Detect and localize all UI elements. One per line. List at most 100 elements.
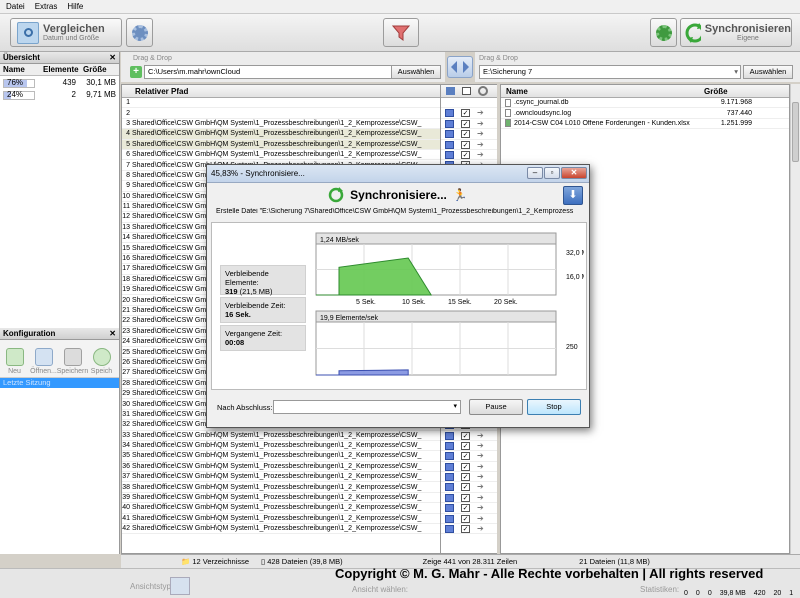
- pause-button[interactable]: Pause: [469, 399, 523, 415]
- checkbox[interactable]: ✓: [461, 109, 470, 118]
- checkbox[interactable]: ✓: [461, 452, 470, 461]
- close-window-button[interactable]: ✕: [561, 167, 587, 179]
- menu-extras[interactable]: Extras: [35, 2, 58, 11]
- left-path-input[interactable]: C:\Users\m.mahr\ownCloud▾: [144, 65, 409, 79]
- table-row[interactable]: 6 Shared\Office\CSW GmbH\QM System\1_Proz…: [122, 150, 440, 161]
- arrow-right-icon[interactable]: ➔: [477, 119, 484, 128]
- arrow-right-icon[interactable]: ➔: [477, 108, 484, 117]
- overview-col-size[interactable]: Größe: [80, 65, 118, 74]
- table-row[interactable]: .csync_journal.db 9.171.968: [501, 98, 789, 109]
- table-row[interactable]: 1: [122, 98, 440, 109]
- checkbox[interactable]: ✓: [461, 431, 470, 440]
- arrow-right-icon[interactable]: ➔: [477, 493, 484, 502]
- close-icon[interactable]: ✕: [109, 329, 116, 338]
- overview-col-elements[interactable]: Elemente: [40, 65, 80, 74]
- table-row[interactable]: 39 Shared\Office\CSW GmbH\QM System\1_Pro…: [122, 493, 440, 504]
- stop-button[interactable]: Stop: [527, 399, 581, 415]
- checkbox[interactable]: ✓: [461, 150, 470, 159]
- left-col-relative-path[interactable]: Relativer Pfad: [132, 87, 188, 96]
- table-row[interactable]: 2014-CSW C04 L010 Offene Forderungen - K…: [501, 119, 789, 130]
- sync-icon: [328, 187, 344, 203]
- arrow-right-icon[interactable]: ➔: [477, 150, 484, 159]
- right-select-button[interactable]: Auswählen: [743, 65, 793, 79]
- maximize-button[interactable]: ▫: [544, 167, 560, 179]
- arrow-right-icon[interactable]: ➔: [477, 140, 484, 149]
- checkbox[interactable]: ✓: [461, 119, 470, 128]
- checkbox[interactable]: ✓: [461, 504, 470, 513]
- right-col-size[interactable]: Größe: [701, 87, 728, 96]
- table-row[interactable]: 5 Shared\Office\CSW GmbH\QM System\1_Proz…: [122, 139, 440, 150]
- table-row[interactable]: 4 Shared\Office\CSW GmbH\QM System\1_Proz…: [122, 129, 440, 140]
- overview-col-name[interactable]: Name: [0, 65, 40, 74]
- checkbox[interactable]: ✓: [461, 514, 470, 523]
- menu-datei[interactable]: Datei: [6, 2, 25, 11]
- config-selected-item[interactable]: Letzte Sitzung: [0, 378, 119, 388]
- table-row[interactable]: 42 Shared\Office\CSW GmbH\QM System\1_Pro…: [122, 524, 440, 535]
- left-select-button[interactable]: Auswählen: [391, 65, 441, 79]
- arrow-right-icon[interactable]: ➔: [477, 514, 484, 523]
- close-icon[interactable]: ✕: [109, 53, 116, 62]
- sync-settings-button[interactable]: [650, 18, 677, 47]
- checkbox[interactable]: ✓: [461, 493, 470, 502]
- table-row[interactable]: 37 Shared\Office\CSW GmbH\QM System\1_Pro…: [122, 472, 440, 483]
- category-icon[interactable]: [446, 87, 455, 95]
- checkbox[interactable]: ✓: [461, 140, 470, 149]
- minimize-button[interactable]: –: [527, 167, 543, 179]
- table-row[interactable]: 33 Shared\Office\CSW GmbH\QM System\1_Pro…: [122, 431, 440, 441]
- config-new-button[interactable]: Neu: [0, 340, 29, 377]
- right-col-name[interactable]: Name: [501, 87, 701, 96]
- chevron-down-icon[interactable]: ▾: [453, 402, 457, 410]
- table-row[interactable]: 40 Shared\Office\CSW GmbH\QM System\1_Pro…: [122, 503, 440, 514]
- config-save-label: Speichern: [56, 368, 89, 375]
- checkbox[interactable]: ✓: [461, 473, 470, 482]
- view-type-button[interactable]: [170, 577, 190, 595]
- table-row[interactable]: 35 Shared\Office\CSW GmbH\QM System\1_Pro…: [122, 451, 440, 462]
- arrow-right-icon[interactable]: ➔: [477, 472, 484, 481]
- menu-hilfe[interactable]: Hilfe: [67, 2, 83, 11]
- swap-sides-button[interactable]: [447, 56, 473, 78]
- table-row[interactable]: 3 Shared\Office\CSW GmbH\QM System\1_Proz…: [122, 119, 440, 130]
- arrow-right-icon[interactable]: ➔: [477, 431, 484, 440]
- category-icon: [445, 431, 454, 440]
- overview-row[interactable]: 76% 439 30,1 MB: [0, 76, 119, 88]
- arrow-right-icon[interactable]: ➔: [477, 462, 484, 471]
- synchronize-button[interactable]: Synchronisieren Eigene: [680, 18, 792, 47]
- arrow-right-icon[interactable]: ➔: [477, 451, 484, 460]
- overview-row[interactable]: 24% 2 9,71 MB: [0, 88, 119, 100]
- checkbox[interactable]: ✓: [461, 483, 470, 492]
- row-number: 31: [122, 410, 130, 418]
- config-open-button[interactable]: Öffnen...: [29, 340, 58, 377]
- config-saveas-button[interactable]: Speich: [87, 340, 116, 377]
- arrow-right-icon[interactable]: ➔: [477, 129, 484, 138]
- table-row[interactable]: .owncloudsync.log 737.440: [501, 108, 789, 119]
- arrow-right-icon[interactable]: ➔: [477, 482, 484, 491]
- checkbox[interactable]: ✓: [461, 462, 470, 471]
- scrollbar-thumb[interactable]: [792, 102, 799, 162]
- checkbox-header-icon[interactable]: [462, 87, 471, 95]
- after-completion-select[interactable]: ▾: [273, 400, 461, 414]
- arrow-right-icon[interactable]: ➔: [477, 503, 484, 512]
- compare-settings-button[interactable]: [126, 18, 153, 47]
- arrow-right-icon[interactable]: ➔: [477, 441, 484, 450]
- arrow-right-icon[interactable]: ➔: [477, 524, 484, 533]
- table-row[interactable]: 2: [122, 108, 440, 119]
- checkbox[interactable]: ✓: [461, 441, 470, 450]
- table-row[interactable]: 38 Shared\Office\CSW GmbH\QM System\1_Pro…: [122, 482, 440, 493]
- row-relative-path: Shared\Office\CSW GmbH\QM System\1_Proze…: [132, 504, 422, 512]
- compare-button[interactable]: Vergleichen Datum und Größe: [10, 18, 122, 47]
- chevron-down-icon[interactable]: ▾: [734, 66, 738, 78]
- row-number: 36: [122, 462, 130, 470]
- filter-button[interactable]: [383, 18, 419, 47]
- right-path-input[interactable]: E:\Sicherung 7 ▾: [479, 65, 741, 79]
- table-row[interactable]: 41 Shared\Office\CSW GmbH\QM System\1_Pro…: [122, 514, 440, 525]
- table-row[interactable]: 36 Shared\Office\CSW GmbH\QM System\1_Pro…: [122, 462, 440, 473]
- table-row[interactable]: 34 Shared\Office\CSW GmbH\QM System\1_Pro…: [122, 441, 440, 452]
- checkbox[interactable]: ✓: [461, 525, 470, 534]
- config-save-button[interactable]: Speichern: [56, 340, 89, 377]
- checkbox[interactable]: ✓: [461, 130, 470, 139]
- right-scrollbar[interactable]: [790, 84, 800, 554]
- config-toolbar: Neu Öffnen... Speichern Speich: [0, 340, 119, 378]
- sync-direction-icon[interactable]: [478, 86, 488, 96]
- add-folder-icon[interactable]: +: [130, 66, 142, 78]
- minimize-to-tray-button[interactable]: ⬇: [563, 186, 583, 205]
